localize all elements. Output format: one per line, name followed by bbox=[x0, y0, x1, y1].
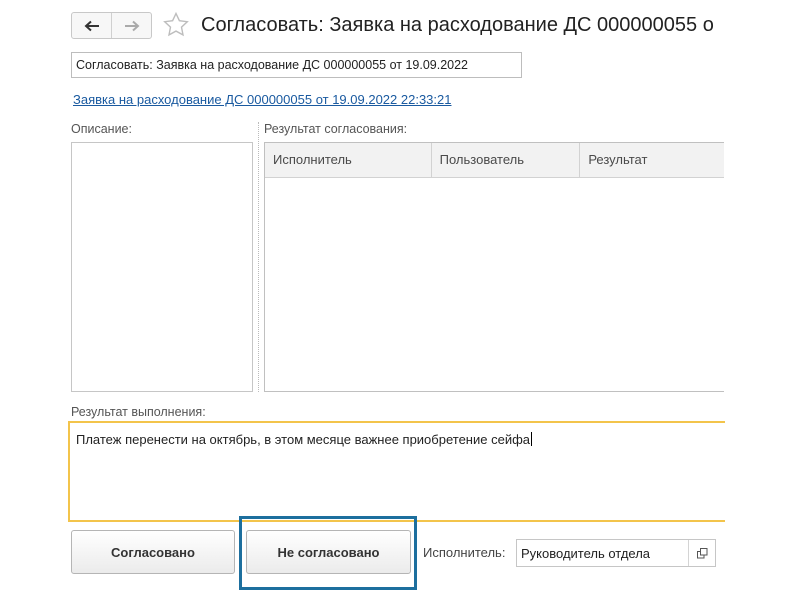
column-header-result[interactable]: Результат bbox=[580, 143, 724, 177]
column-header-user[interactable]: Пользователь bbox=[432, 143, 581, 177]
executor-value: Руководитель отдела bbox=[521, 546, 651, 561]
column-header-executor[interactable]: Исполнитель bbox=[265, 143, 432, 177]
execution-result-text: Платеж перенести на октябрь, в этом меся… bbox=[76, 432, 531, 447]
navigation-buttons bbox=[71, 12, 152, 39]
approved-button[interactable]: Согласовано bbox=[71, 530, 235, 574]
forward-button[interactable] bbox=[111, 13, 151, 38]
execution-result-label: Результат выполнения: bbox=[71, 405, 206, 419]
star-outline-icon[interactable] bbox=[162, 11, 190, 39]
panel-splitter[interactable] bbox=[258, 122, 259, 392]
text-caret bbox=[531, 432, 533, 446]
form-title: Согласовать: Заявка на расходование ДС 0… bbox=[201, 14, 714, 36]
description-textarea[interactable] bbox=[71, 142, 253, 392]
highlight-frame bbox=[239, 516, 417, 590]
approval-results-label: Результат согласования: bbox=[264, 122, 408, 136]
open-in-window-icon bbox=[696, 547, 707, 558]
arrow-left-icon bbox=[84, 20, 99, 31]
open-executor-button[interactable] bbox=[688, 540, 715, 566]
table-header: Исполнитель Пользователь Результат bbox=[265, 143, 724, 178]
document-link[interactable]: Заявка на расходование ДС 000000055 от 1… bbox=[73, 92, 452, 107]
back-button[interactable] bbox=[72, 13, 111, 38]
arrow-right-icon bbox=[124, 20, 139, 31]
executor-label: Исполнитель: bbox=[423, 545, 506, 560]
approval-results-table[interactable]: Исполнитель Пользователь Результат bbox=[264, 142, 724, 392]
subject-field[interactable]: Согласовать: Заявка на расходование ДС 0… bbox=[71, 52, 522, 78]
executor-field[interactable]: Руководитель отдела bbox=[516, 539, 716, 567]
execution-result-textarea[interactable]: Платеж перенести на октябрь, в этом меся… bbox=[68, 421, 725, 522]
description-label: Описание: bbox=[71, 122, 132, 136]
